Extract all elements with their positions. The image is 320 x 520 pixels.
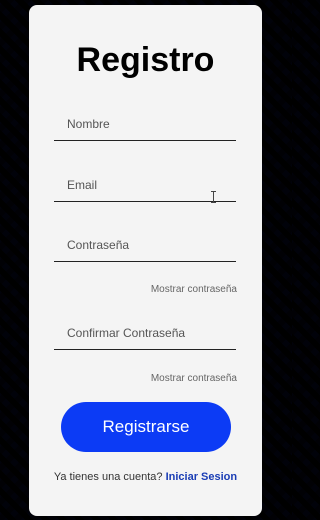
page-title: Registro	[76, 41, 215, 79]
login-prompt-text: Ya tienes una cuenta?	[53, 471, 163, 483]
login-prompt: Ya tienes una cuenta? Iniciar Sesion	[29, 471, 262, 484]
login-link[interactable]: Iniciar Sesion	[166, 471, 238, 483]
confirm-password-input[interactable]	[54, 322, 236, 349]
register-card: Registro Mostrar contraseña Mostrar cont…	[29, 5, 262, 516]
show-password-toggle[interactable]: Mostrar contraseña	[151, 284, 237, 295]
text-cursor-icon	[211, 191, 216, 203]
email-input[interactable]	[54, 174, 236, 201]
password-field[interactable]	[54, 234, 236, 262]
email-field[interactable]	[54, 174, 236, 202]
confirm-password-field[interactable]	[54, 322, 236, 350]
name-field[interactable]	[54, 113, 236, 141]
show-confirm-password-toggle[interactable]: Mostrar contraseña	[151, 373, 237, 384]
name-input[interactable]	[54, 113, 236, 140]
password-input[interactable]	[54, 234, 236, 261]
register-button[interactable]: Registrarse	[61, 402, 231, 452]
